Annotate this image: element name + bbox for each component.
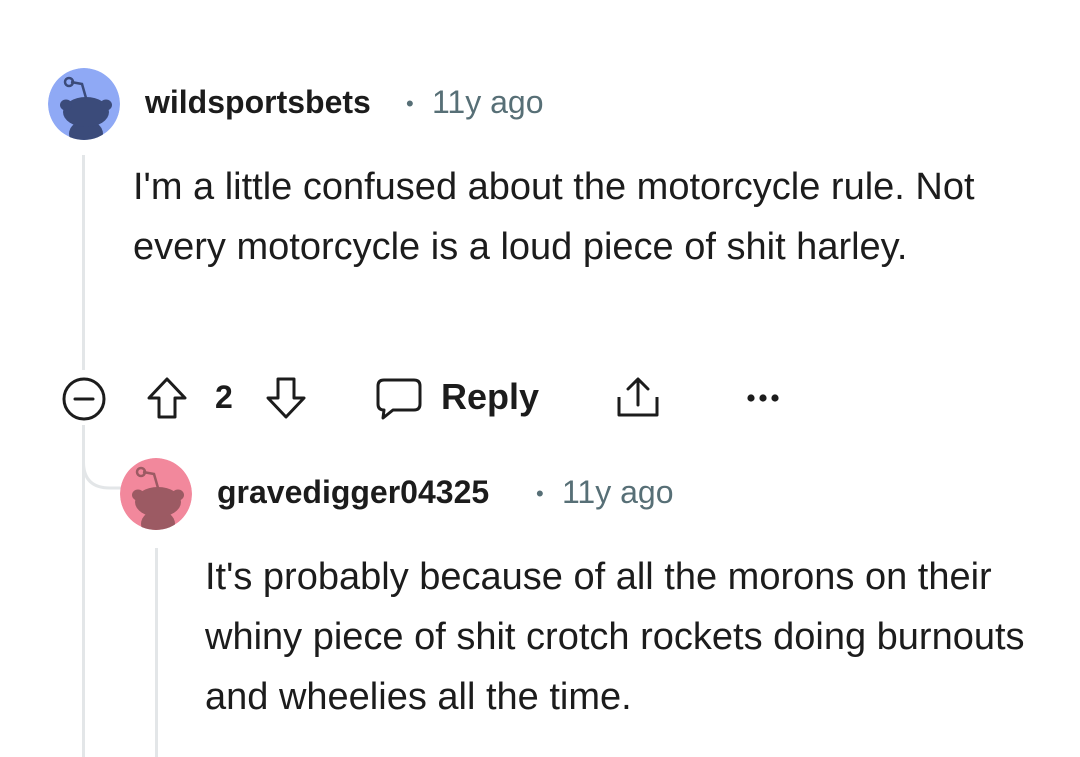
snoo-avatar-icon [120, 458, 192, 530]
upvote-button[interactable] [143, 372, 191, 424]
more-options-button[interactable] [740, 382, 786, 414]
thread-line-main[interactable] [82, 155, 85, 370]
meta-separator: • [536, 481, 544, 506]
comment-body: I'm a little confused about the motorcyc… [133, 166, 975, 268]
avatar[interactable] [120, 458, 192, 530]
speech-bubble-icon [376, 378, 422, 420]
collapse-thread-button[interactable] [58, 373, 110, 425]
vote-score: 2 [215, 379, 233, 415]
thread-line-reply[interactable] [155, 548, 158, 757]
comment-username[interactable]: gravedigger04325 [217, 474, 489, 511]
downvote-button[interactable] [262, 372, 310, 424]
comment-body: It's probably because of all the morons … [205, 556, 1025, 718]
comment-timestamp[interactable]: 11y ago [432, 84, 544, 121]
more-options-icon [747, 394, 779, 402]
meta-separator: • [406, 91, 414, 116]
avatar[interactable] [48, 68, 120, 140]
share-icon [617, 377, 659, 417]
downvote-icon [266, 377, 306, 419]
share-button[interactable] [612, 372, 664, 424]
comment-username[interactable]: wildsportsbets [145, 84, 371, 121]
reply-label[interactable]: Reply [441, 376, 539, 418]
snoo-avatar-icon [48, 68, 120, 140]
upvote-icon [147, 377, 187, 419]
collapse-icon [62, 377, 106, 421]
comment-timestamp[interactable]: 11y ago [562, 474, 674, 511]
